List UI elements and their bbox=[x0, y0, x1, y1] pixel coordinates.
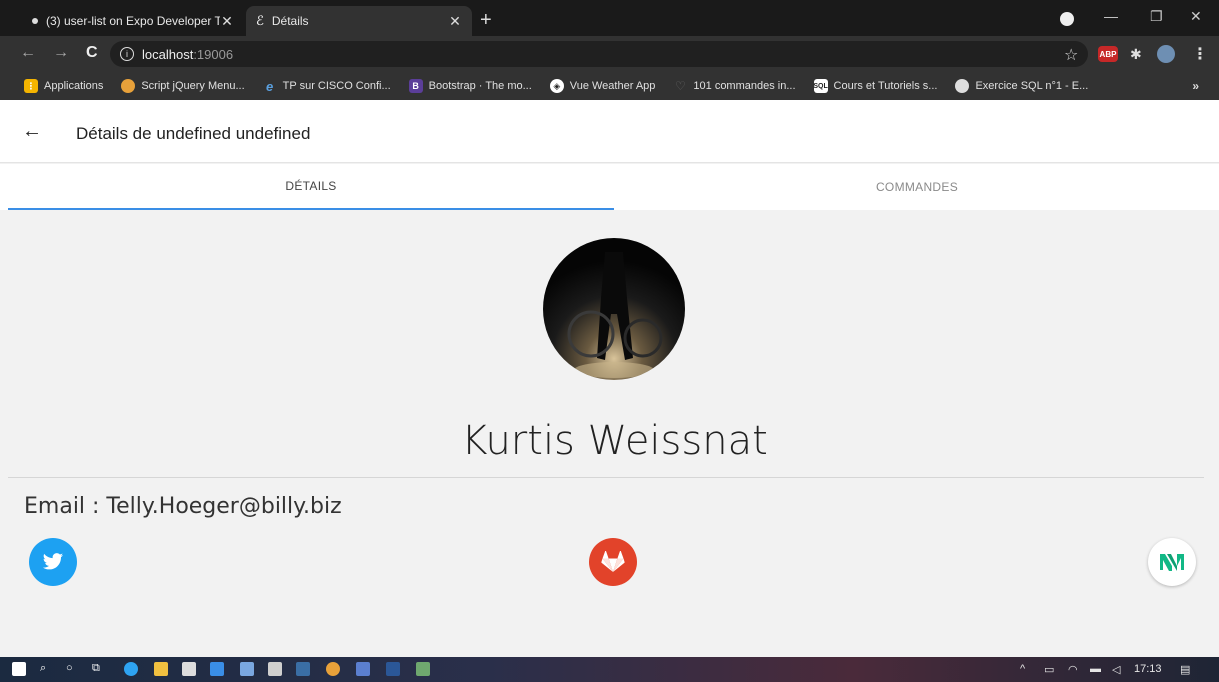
audio-dot-icon bbox=[32, 18, 38, 24]
wifi-icon[interactable]: ◠ bbox=[1068, 663, 1078, 676]
bookmark-item[interactable]: ⋮ Applications bbox=[24, 79, 103, 93]
e-logo-icon: e bbox=[266, 78, 274, 94]
task-view-icon[interactable]: ⧉ bbox=[92, 662, 100, 675]
tab-label: (3) user-list on Expo Developer To bbox=[46, 14, 220, 28]
vscode-icon[interactable] bbox=[296, 662, 310, 676]
bookmark-label: Vue Weather App bbox=[569, 80, 656, 92]
chrome-icon[interactable] bbox=[326, 662, 340, 676]
bookmark-item[interactable]: SQL Cours et Tutoriels s... bbox=[813, 79, 938, 93]
bookmark-label: Bootstrap · The mo... bbox=[428, 80, 532, 92]
forward-icon[interactable]: → bbox=[53, 44, 69, 62]
new-tab-button[interactable]: + bbox=[480, 9, 492, 32]
back-icon[interactable]: ← bbox=[20, 44, 36, 62]
bookmark-label: TP sur CISCO Confi... bbox=[282, 80, 391, 92]
adblock-icon[interactable]: ABP bbox=[1098, 46, 1118, 62]
reload-icon[interactable]: C bbox=[86, 44, 98, 62]
apps-grid-icon: ⋮ bbox=[24, 79, 38, 93]
cortana-icon[interactable]: ○ bbox=[66, 662, 73, 674]
close-window-icon[interactable]: ✕ bbox=[1190, 8, 1202, 25]
page-title: Détails de undefined undefined bbox=[76, 124, 311, 143]
bookmark-label: Cours et Tutoriels s... bbox=[833, 80, 938, 92]
bookmark-item[interactable]: B Bootstrap · The mo... bbox=[408, 79, 532, 93]
notifications-icon[interactable]: ▤ bbox=[1180, 663, 1190, 676]
windows-start-icon[interactable] bbox=[12, 662, 26, 676]
expo-icon: ℰ bbox=[256, 13, 264, 28]
bookmark-label: 101 commandes in... bbox=[693, 80, 796, 92]
app-icon[interactable] bbox=[416, 662, 430, 676]
profile-icon[interactable] bbox=[1060, 12, 1074, 26]
tab-bar: DÉTAILS COMMANDES bbox=[0, 164, 1219, 210]
bookmark-item[interactable]: Script jQuery Menu... bbox=[121, 79, 245, 93]
volume-icon[interactable]: ◁ bbox=[1112, 663, 1120, 676]
app-viewport: ← Détails de undefined undefined DÉTAILS… bbox=[0, 100, 1219, 657]
user-email: Email : Telly.Hoeger@billy.biz bbox=[24, 494, 342, 519]
medium-button[interactable] bbox=[1148, 538, 1196, 586]
codepen-icon: ◈ bbox=[549, 79, 564, 93]
more-bookmarks-icon[interactable]: » bbox=[1192, 79, 1199, 93]
bootstrap-icon: B bbox=[408, 79, 423, 93]
user-avatar-icon[interactable] bbox=[1157, 45, 1175, 63]
url-host: localhost bbox=[142, 46, 194, 62]
twitter-icon bbox=[42, 553, 64, 570]
bookmark-star-icon[interactable]: ☆ bbox=[1064, 45, 1078, 65]
browser-tab-details[interactable]: ℰ Détails ✕ bbox=[246, 6, 472, 36]
app-icon[interactable] bbox=[240, 662, 254, 676]
tab-orders[interactable]: COMMANDES bbox=[614, 164, 1219, 210]
restore-icon[interactable]: ❐ bbox=[1150, 8, 1163, 25]
bookmark-label: Exercice SQL n°1 - E... bbox=[975, 80, 1089, 92]
edge-icon[interactable] bbox=[124, 662, 138, 676]
bookmark-item[interactable]: ♡ 101 commandes in... bbox=[673, 79, 796, 93]
search-icon[interactable]: ⌕ bbox=[40, 662, 46, 675]
word-icon[interactable] bbox=[386, 662, 400, 676]
url-input[interactable]: i localhost:19006 bbox=[110, 41, 1088, 67]
address-bar-row: ← → C i localhost:19006 ☆ ABP ✱ ⋮ bbox=[0, 36, 1219, 72]
clock[interactable]: 17:13 bbox=[1134, 663, 1162, 675]
menu-kebab-icon[interactable]: ⋮ bbox=[1192, 46, 1208, 63]
gitlab-button[interactable] bbox=[589, 538, 637, 586]
browser-tab-user-list[interactable]: (3) user-list on Expo Developer To ✕ bbox=[22, 6, 244, 36]
close-tab-icon[interactable]: ✕ bbox=[448, 13, 462, 30]
user-full-name: Kurtis Weissnat bbox=[461, 418, 768, 464]
twitter-button[interactable] bbox=[29, 538, 77, 586]
battery-icon[interactable]: ▬ bbox=[1090, 663, 1101, 675]
windows-taskbar: ⌕ ○ ⧉ ^ ▭ ◠ ▬ ◁ 17:13 ▤ bbox=[0, 657, 1219, 682]
app-icon[interactable] bbox=[356, 662, 370, 676]
heart-icon: ♡ bbox=[675, 79, 686, 93]
avatar-silhouette-icon bbox=[567, 252, 663, 378]
tray-chevron-icon[interactable]: ^ bbox=[1020, 663, 1025, 675]
bookmark-label: Script jQuery Menu... bbox=[141, 80, 245, 92]
globe-icon bbox=[121, 79, 136, 93]
shield-icon[interactable] bbox=[268, 662, 282, 676]
sql-icon: SQL bbox=[813, 79, 828, 93]
back-arrow-icon[interactable]: ← bbox=[22, 120, 42, 143]
browser-tab-bar: (3) user-list on Expo Developer To ✕ ℰ D… bbox=[0, 0, 1219, 36]
bookmarks-bar: ⋮ Applications Script jQuery Menu... e TP … bbox=[0, 72, 1219, 100]
bookmark-item[interactable]: e TP sur CISCO Confi... bbox=[263, 78, 391, 94]
bookmark-item[interactable]: ◈ Vue Weather App bbox=[549, 79, 656, 93]
tab-details[interactable]: DÉTAILS bbox=[8, 164, 614, 210]
app-header: ← Détails de undefined undefined bbox=[0, 100, 1219, 163]
extensions-icon[interactable]: ✱ bbox=[1130, 46, 1142, 62]
network-icon[interactable]: ▭ bbox=[1044, 663, 1054, 676]
mail-icon[interactable] bbox=[210, 662, 224, 676]
avatar bbox=[543, 238, 685, 380]
site-info-icon[interactable]: i bbox=[120, 47, 134, 61]
url-port: :19006 bbox=[193, 46, 234, 62]
divider bbox=[8, 477, 1204, 478]
store-icon[interactable] bbox=[182, 662, 196, 676]
bookmark-item[interactable]: Exercice SQL n°1 - E... bbox=[955, 79, 1088, 93]
file-explorer-icon[interactable] bbox=[154, 662, 168, 676]
gitlab-icon bbox=[601, 551, 625, 572]
close-tab-icon[interactable]: ✕ bbox=[220, 13, 234, 30]
bookmark-label: Applications bbox=[44, 80, 104, 92]
minimize-icon[interactable]: — bbox=[1104, 8, 1118, 24]
globe-icon bbox=[955, 79, 970, 93]
medium-icon bbox=[1160, 554, 1184, 571]
tab-label: Détails bbox=[271, 14, 309, 28]
